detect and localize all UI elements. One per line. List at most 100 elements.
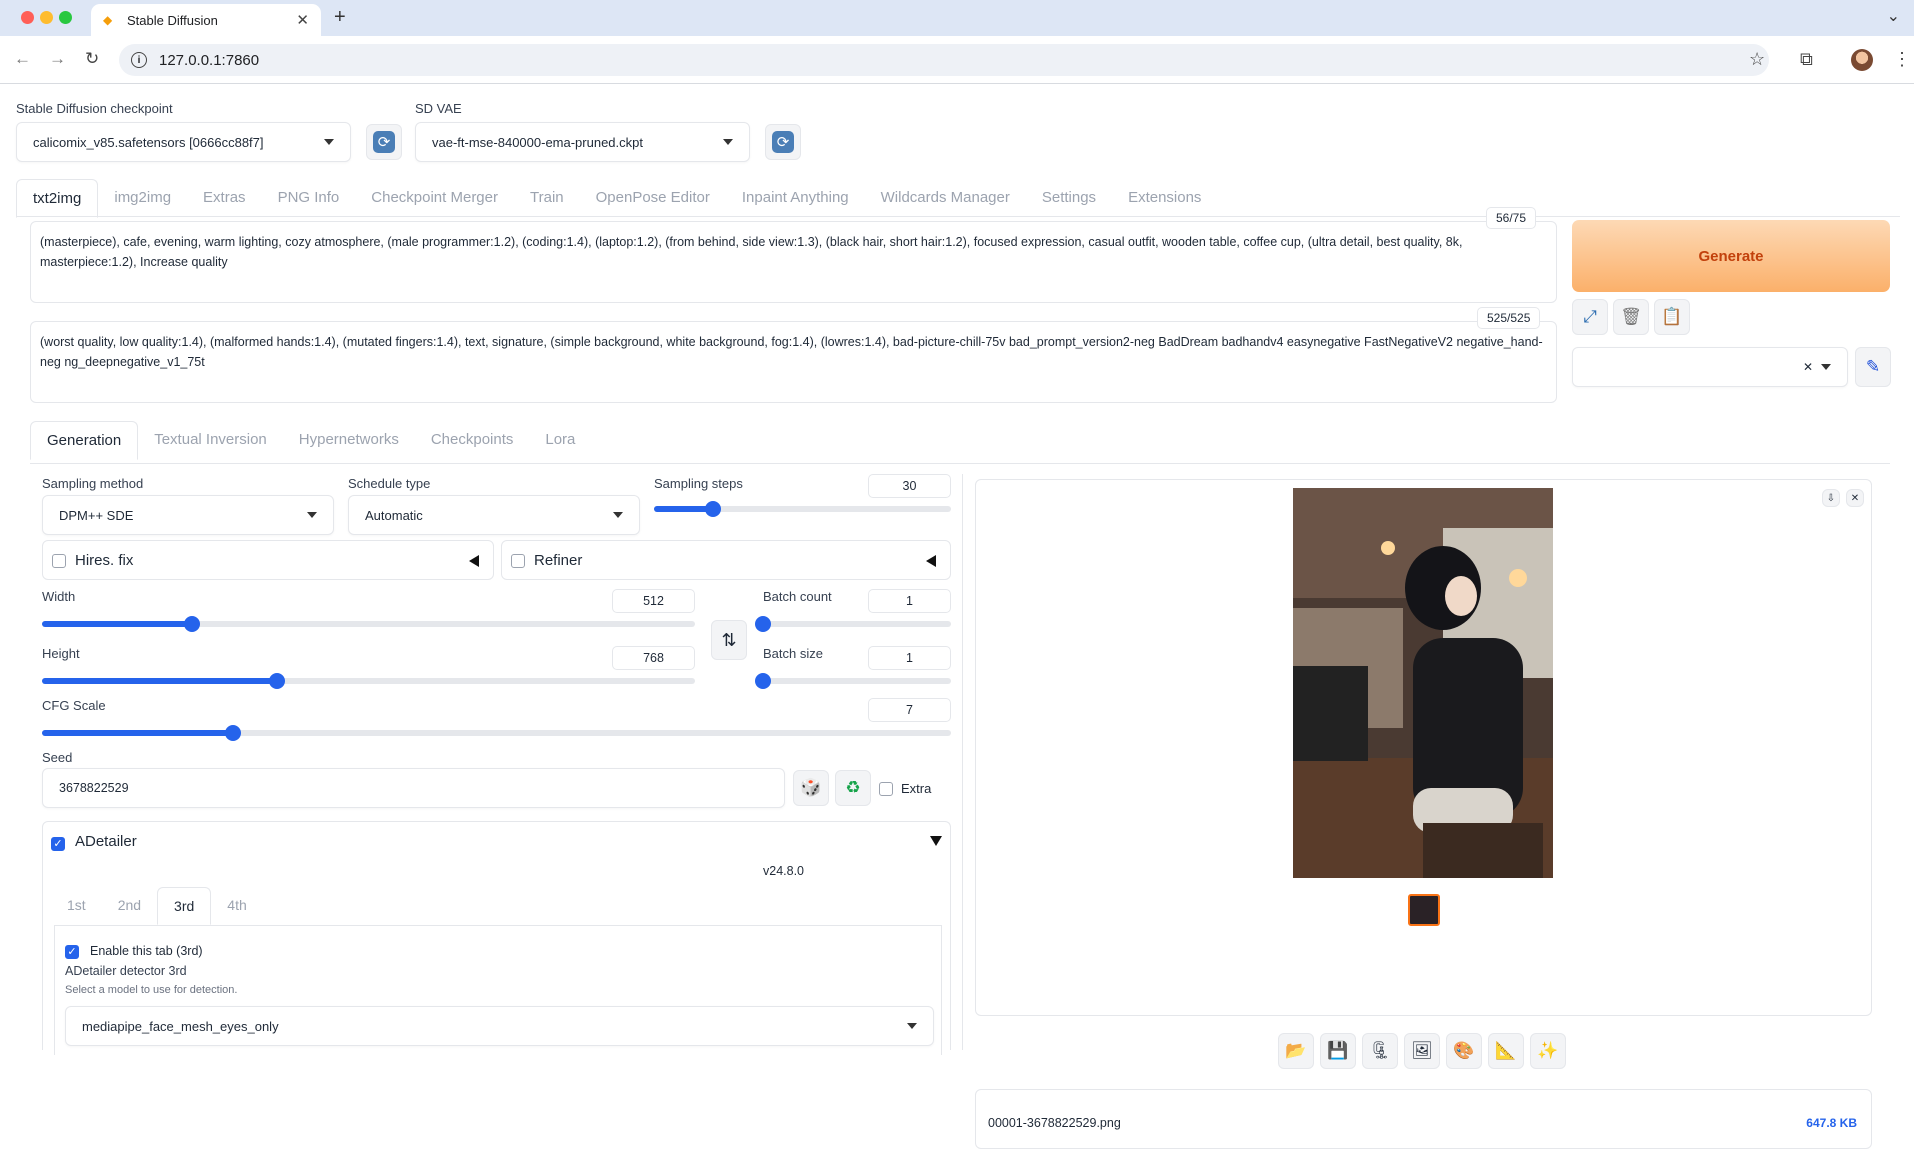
styles-dropdown[interactable]: ✕ — [1572, 347, 1848, 387]
batch-count-input[interactable]: 1 — [868, 589, 951, 613]
cfg-scale-slider[interactable] — [42, 725, 951, 741]
download-image-button[interactable]: ⇩ — [1822, 489, 1840, 507]
send-to-extras-button[interactable]: 📐 — [1488, 1033, 1524, 1069]
swap-dimensions-button[interactable]: ⇅ — [711, 620, 747, 660]
extra-seed-checkbox[interactable] — [879, 782, 893, 796]
detector-dropdown[interactable]: mediapipe_face_mesh_eyes_only — [65, 1006, 934, 1046]
collapse-triangle-icon[interactable] — [469, 555, 479, 567]
minimize-window-icon[interactable] — [40, 11, 53, 24]
hires-upscale-button[interactable]: ✨ — [1530, 1033, 1566, 1069]
tab-txt2img[interactable]: txt2img — [16, 179, 99, 218]
tab-train[interactable]: Train — [514, 179, 580, 218]
output-filesize[interactable]: 647.8 KB — [1806, 1116, 1857, 1130]
batch-size-label: Batch size — [763, 646, 823, 661]
forward-icon[interactable]: → — [49, 49, 66, 69]
refresh-icon: ⟳ — [373, 131, 395, 153]
random-seed-button[interactable]: 🎲 — [793, 770, 829, 806]
tab-img2img[interactable]: img2img — [98, 179, 187, 218]
tab-lora[interactable]: Lora — [529, 421, 591, 460]
batch-size-slider[interactable] — [755, 673, 951, 689]
collapse-triangle-icon[interactable] — [926, 555, 936, 567]
maximize-window-icon[interactable] — [59, 11, 72, 24]
close-icon: ✕ — [1850, 492, 1860, 504]
open-folder-button[interactable]: 📂 — [1278, 1033, 1314, 1069]
edit-styles-button[interactable]: ✎ — [1855, 347, 1891, 387]
new-tab-icon[interactable]: + — [334, 6, 346, 29]
schedule-type-dropdown[interactable]: Automatic — [348, 495, 640, 535]
tab-openpose-editor[interactable]: OpenPose Editor — [580, 179, 726, 218]
bookmark-star-icon[interactable]: ☆ — [1749, 49, 1765, 70]
adetailer-checkbox[interactable]: ✓ — [51, 837, 65, 851]
sampling-steps-label: Sampling steps — [654, 476, 743, 491]
refiner-checkbox[interactable] — [511, 554, 525, 568]
tab-generation[interactable]: Generation — [30, 421, 139, 460]
extensions-icon[interactable]: ⧉ — [1800, 49, 1813, 70]
read-params-button[interactable]: ⤢ — [1572, 299, 1608, 335]
batch-count-slider[interactable] — [755, 616, 951, 632]
refresh-checkpoint-button[interactable]: ⟳ — [366, 124, 402, 160]
tab-adetailer-3rd[interactable]: 3rd — [157, 887, 212, 925]
tab-settings[interactable]: Settings — [1026, 179, 1112, 218]
sampling-method-label: Sampling method — [42, 476, 144, 491]
tab-inpaint-anything[interactable]: Inpaint Anything — [726, 179, 865, 218]
close-tab-icon[interactable]: ✕ — [296, 11, 309, 29]
negative-prompt-textarea[interactable]: (worst quality, low quality:1.4), (malfo… — [30, 321, 1557, 403]
seed-label: Seed — [42, 750, 73, 765]
cfg-scale-input[interactable]: 7 — [868, 698, 951, 722]
tab-hypernetworks[interactable]: Hypernetworks — [283, 421, 415, 460]
hires-fix-checkbox[interactable] — [52, 554, 66, 568]
tab-extensions[interactable]: Extensions — [1112, 179, 1217, 218]
zip-button[interactable]: 🗜 — [1362, 1033, 1398, 1069]
reload-icon[interactable]: ↻ — [85, 49, 99, 69]
tab-adetailer-1st[interactable]: 1st — [51, 887, 102, 925]
back-icon[interactable]: ← — [14, 49, 31, 69]
checkpoint-dropdown[interactable]: calicomix_v85.safetensors [0666cc88f7] — [16, 122, 351, 162]
height-slider[interactable] — [42, 673, 695, 689]
save-button[interactable]: 💾 — [1320, 1033, 1356, 1069]
refresh-vae-button[interactable]: ⟳ — [765, 124, 801, 160]
tab-checkpoints[interactable]: Checkpoints — [415, 421, 530, 460]
refiner-accordion[interactable]: Refiner — [501, 540, 951, 580]
collapse-triangle-icon[interactable] — [930, 836, 942, 846]
address-bar[interactable]: i 127.0.0.1:7860 — [119, 44, 1769, 76]
height-input[interactable]: 768 — [612, 646, 695, 670]
vae-dropdown[interactable]: vae-ft-mse-840000-ema-pruned.ckpt — [415, 122, 750, 162]
download-icon: ⇩ — [1826, 492, 1836, 504]
reuse-seed-button[interactable]: ♻ — [835, 770, 871, 806]
tab-adetailer-2nd[interactable]: 2nd — [102, 887, 157, 925]
generated-image[interactable] — [1293, 488, 1553, 878]
site-info-icon[interactable]: i — [131, 52, 147, 68]
width-input[interactable]: 512 — [612, 589, 695, 613]
close-window-icon[interactable] — [21, 11, 34, 24]
tab-list-chevron-icon[interactable]: ⌄ — [1887, 6, 1900, 26]
tab-adetailer-4th[interactable]: 4th — [211, 887, 262, 925]
generate-button[interactable]: Generate — [1572, 220, 1890, 292]
profile-avatar[interactable] — [1851, 49, 1873, 71]
dice-icon: 🎲 — [800, 778, 822, 797]
batch-size-input[interactable]: 1 — [868, 646, 951, 670]
output-filename[interactable]: 00001-3678822529.png — [988, 1116, 1121, 1130]
styles-button[interactable]: 📋 — [1654, 299, 1690, 335]
browser-tab[interactable]: ◆ Stable Diffusion ✕ — [91, 4, 321, 36]
width-slider[interactable] — [42, 616, 695, 632]
enable-tab-checkbox[interactable]: ✓ — [65, 945, 79, 959]
seed-input[interactable]: 3678822529 — [42, 768, 785, 808]
thumbnail[interactable] — [1408, 894, 1440, 926]
send-to-inpaint-button[interactable]: 🎨 — [1446, 1033, 1482, 1069]
tab-checkpoint-merger[interactable]: Checkpoint Merger — [355, 179, 514, 218]
clear-prompt-button[interactable]: 🗑 — [1613, 299, 1649, 335]
tab-png-info[interactable]: PNG Info — [262, 179, 356, 218]
send-to-img2img-button[interactable]: 🖼 — [1404, 1033, 1440, 1069]
sampling-steps-input[interactable]: 30 — [868, 474, 951, 498]
tab-textual-inversion[interactable]: Textual Inversion — [138, 421, 283, 460]
tab-wildcards-manager[interactable]: Wildcards Manager — [865, 179, 1026, 218]
close-preview-button[interactable]: ✕ — [1846, 489, 1864, 507]
detector-hint: Select a model to use for detection. — [65, 984, 238, 996]
sampling-steps-slider[interactable] — [654, 501, 951, 517]
sampling-method-dropdown[interactable]: DPM++ SDE — [42, 495, 334, 535]
prompt-textarea[interactable]: (masterpiece), cafe, evening, warm light… — [30, 221, 1557, 303]
browser-menu-icon[interactable]: ⋮ — [1893, 49, 1911, 70]
clear-icon[interactable]: ✕ — [1803, 360, 1813, 374]
hires-fix-accordion[interactable]: Hires. fix — [42, 540, 494, 580]
tab-extras[interactable]: Extras — [187, 179, 262, 218]
